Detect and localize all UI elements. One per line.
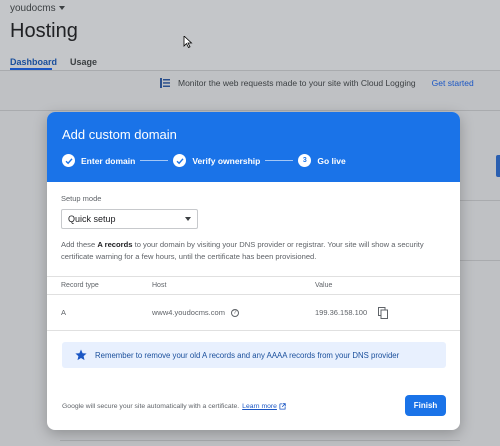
step-label: Go live	[317, 155, 346, 166]
step-connector	[265, 160, 294, 161]
background-button	[496, 155, 500, 177]
step-label: Enter domain	[81, 155, 136, 166]
section-divider	[0, 110, 500, 111]
notice-banner: Remember to remove your old A records an…	[62, 342, 446, 368]
footer-text: Google will secure your site automatical…	[62, 403, 240, 410]
dialog-body: Setup mode Quick setup Add these A recor…	[47, 182, 460, 263]
help-icon[interactable]: ?	[230, 309, 239, 317]
logging-banner: Monitor the web requests made to your si…	[160, 78, 474, 88]
check-icon	[173, 154, 187, 167]
learn-more-link[interactable]: Learn more	[242, 403, 277, 410]
project-name: youdocms	[10, 3, 56, 14]
header-divider	[0, 70, 500, 71]
project-selector[interactable]: youdocms	[10, 3, 65, 14]
step-connector	[140, 160, 169, 161]
column-host: Host	[152, 282, 167, 289]
record-host: www4.youdocms.com?	[152, 308, 239, 317]
step-enter-domain: Enter domain	[62, 154, 135, 167]
instructions-prefix: Add these	[61, 240, 98, 249]
logging-icon	[160, 78, 170, 88]
instructions-bold: A records	[97, 240, 133, 249]
dialog-title: Add custom domain	[62, 127, 177, 142]
record-host-text: www4.youdocms.com	[152, 307, 225, 317]
add-custom-domain-dialog: Add custom domain Enter domain Verify ow…	[47, 112, 460, 430]
section-divider	[460, 200, 500, 201]
copy-icon[interactable]	[378, 307, 388, 319]
step-label: Verify ownership	[192, 155, 261, 166]
instructions-text: Add these A records to your domain by vi…	[61, 239, 449, 263]
tab-dashboard[interactable]: Dashboard	[10, 57, 57, 67]
step-verify-ownership: Verify ownership	[173, 154, 260, 167]
banner-text: Monitor the web requests made to your si…	[178, 78, 416, 88]
check-icon	[62, 154, 75, 167]
column-record-type: Record type	[61, 282, 99, 289]
tab-usage[interactable]: Usage	[70, 57, 97, 67]
dialog-footer-text: Google will secure your site automatical…	[62, 403, 286, 410]
setup-mode-label: Setup mode	[61, 194, 102, 203]
table-header: Record type Host Value	[47, 277, 460, 295]
column-value: Value	[315, 282, 333, 289]
setup-mode-select[interactable]: Quick setup	[61, 209, 198, 229]
star-icon	[75, 349, 87, 361]
dialog-header: Add custom domain Enter domain Verify ow…	[47, 112, 460, 182]
get-started-link[interactable]: Get started	[432, 78, 474, 88]
record-value: 199.36.158.100	[315, 308, 368, 317]
stepper: Enter domain Verify ownership 3 Go live	[62, 154, 346, 167]
notice-text: Remember to remove your old A records an…	[95, 350, 400, 360]
section-divider	[60, 440, 460, 441]
record-type: A	[61, 308, 67, 317]
table-row: A www4.youdocms.com? 199.36.158.100	[47, 295, 460, 331]
section-divider	[460, 260, 500, 261]
setup-mode-value: Quick setup	[68, 214, 116, 224]
external-link-icon	[279, 403, 286, 410]
dropdown-arrow-icon	[185, 217, 191, 221]
chevron-down-icon	[58, 6, 65, 11]
finish-button[interactable]: Finish	[405, 395, 446, 416]
mouse-cursor-icon	[183, 36, 193, 48]
dns-records-table: Record type Host Value A www4.youdocms.c…	[47, 276, 460, 331]
step-number: 3	[298, 154, 312, 167]
step-go-live: 3 Go live	[298, 154, 346, 167]
page-title: Hosting	[10, 20, 78, 42]
